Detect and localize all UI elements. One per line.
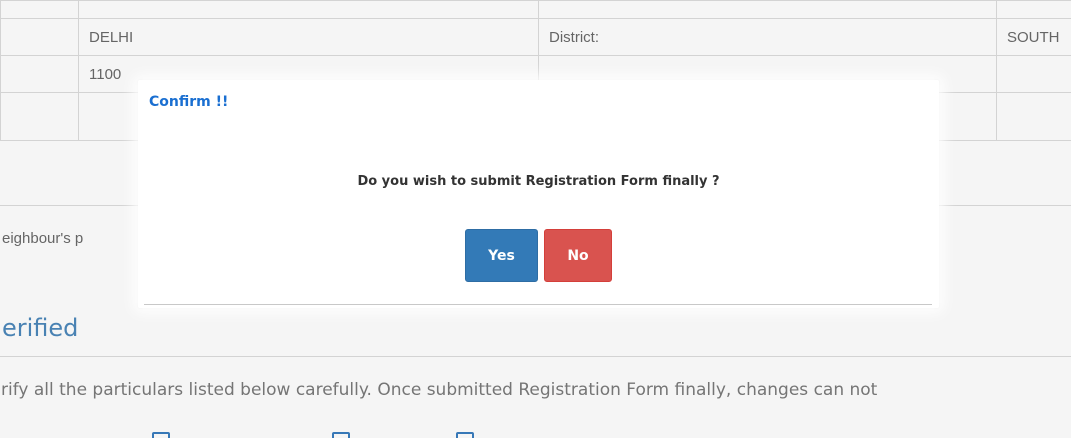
dialog-message: Do you wish to submit Registration Form …: [357, 174, 720, 189]
no-button[interactable]: No: [544, 229, 612, 282]
confirm-dialog: Confirm !! Do you wish to submit Registr…: [138, 80, 939, 308]
dialog-actions: Yes No: [138, 229, 939, 282]
dialog-title: Confirm !!: [149, 94, 229, 110]
dialog-footer-divider: [144, 304, 932, 305]
yes-button[interactable]: Yes: [465, 229, 538, 282]
